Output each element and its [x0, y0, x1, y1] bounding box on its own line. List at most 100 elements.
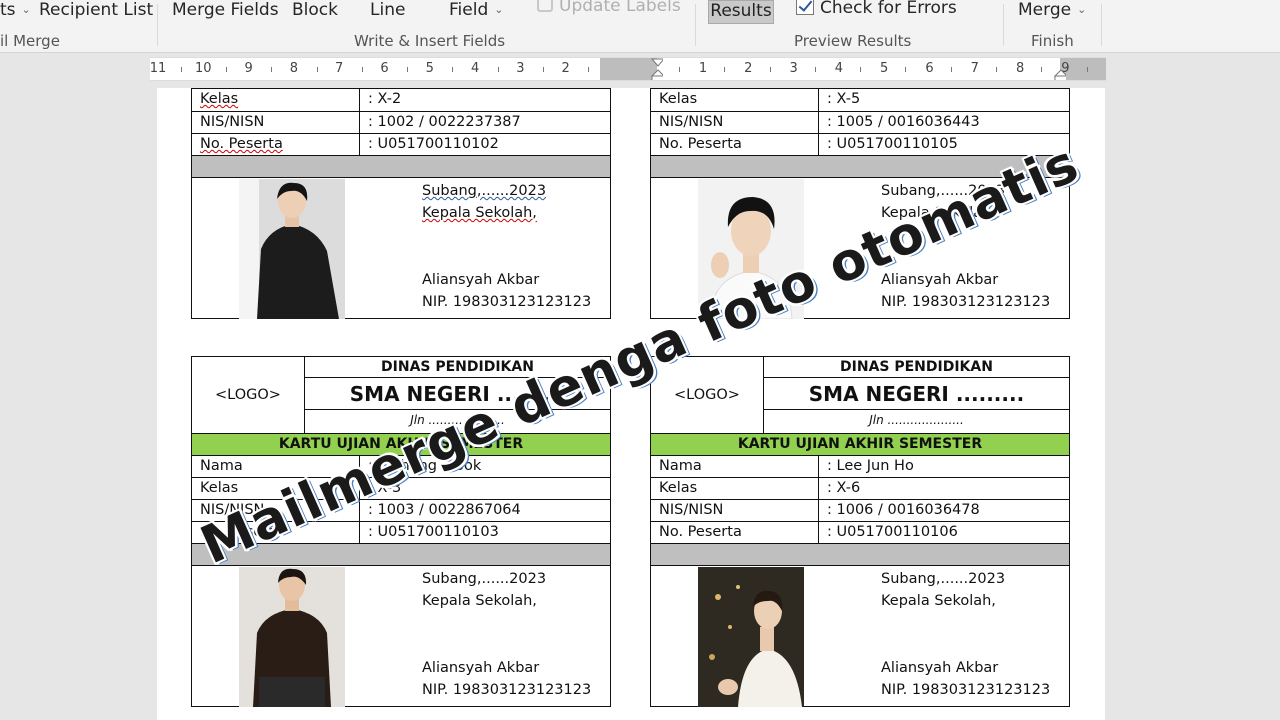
- signature-place-date: Subang,......2023: [422, 571, 547, 587]
- table-row: No. Peserta : U051700110103: [192, 521, 610, 543]
- ruler-number: 2: [561, 61, 570, 76]
- ruler-tick: [271, 67, 273, 72]
- ribbon: ts ⌄ Recipient List il Merge Merge Fields…: [0, 0, 1280, 53]
- ruler-number: 7: [335, 61, 344, 76]
- signature-nip: NIP. 198303123123123: [422, 682, 592, 698]
- kelas-label: Kelas: [651, 89, 819, 111]
- address-block-button[interactable]: Block: [292, 0, 338, 20]
- separator-band: [192, 155, 610, 177]
- ruler-number: 8: [289, 61, 299, 76]
- update-labels-button[interactable]: Update Labels: [537, 0, 681, 16]
- school-address: Jln ....................: [869, 413, 964, 427]
- logo-placeholder: <LOGO>: [651, 357, 764, 433]
- ruler-tick: [996, 67, 998, 72]
- kelas-value: : X-6: [827, 480, 861, 496]
- ruler-tick: [180, 67, 182, 72]
- nis-value: : 1006 / 0016036478: [827, 502, 980, 518]
- signature-nip: NIP. 198303123123123: [881, 682, 1051, 698]
- ruler-tick: [905, 67, 907, 72]
- first-line-indent-marker[interactable]: [651, 58, 663, 80]
- ruler-number: 3: [789, 61, 798, 76]
- nis-label: NIS/NISN: [651, 112, 819, 133]
- signature-place-date: Subang,......2023: [881, 571, 1006, 587]
- student-photo: [698, 567, 804, 707]
- select-recipients-button[interactable]: Recipient List: [39, 0, 153, 20]
- separator-band: [651, 155, 1069, 177]
- signature-name: Aliansyah Akbar: [422, 660, 540, 676]
- kelas-label: Kelas: [200, 91, 239, 107]
- logo-placeholder: <LOGO>: [192, 357, 305, 433]
- finish-merge-button[interactable]: Merge ⌄: [1018, 0, 1086, 20]
- nama-label: Nama: [651, 456, 819, 477]
- school-address: Jln ....................: [410, 413, 505, 427]
- ruler-tick: [361, 67, 363, 72]
- nama-label: Nama: [192, 456, 360, 477]
- start-mail-merge-button[interactable]: ts ⌄: [0, 0, 31, 20]
- table-row: No. Peserta : U051700110102: [192, 133, 610, 155]
- signature-role: Kepala Sekolah,: [422, 593, 537, 609]
- right-indent-marker[interactable]: [1054, 58, 1066, 80]
- finish-merge-label: Merge: [1018, 0, 1072, 20]
- nama-value: : Ji Chang Wook: [368, 458, 482, 474]
- ruler-number: 7: [970, 61, 979, 76]
- peserta-label: No. Peserta: [651, 134, 819, 155]
- ruler-tick: [950, 67, 952, 72]
- ruler-number: 1: [698, 61, 708, 76]
- table-row: No. Peserta : U051700110106: [651, 521, 1069, 543]
- check-for-errors-button[interactable]: Check for Errors: [796, 0, 957, 18]
- ruler-tick: [1086, 67, 1088, 72]
- peserta-value: : U051700110106: [827, 524, 958, 540]
- school-name: SMA NEGERI .........: [305, 378, 610, 410]
- ruler-tick: [497, 67, 499, 72]
- horizontal-ruler[interactable]: 11 10 9 8 7 6 5 4 3 2 1 2 3 4 5 6 7 8 9: [150, 57, 1106, 81]
- table-row: Kelas : X-2: [192, 89, 610, 111]
- signature-block: Subang,......2023 Kepala Sekolah, Alians…: [422, 568, 591, 701]
- peserta-label: No. Peserta: [192, 522, 360, 543]
- insert-merge-field-label: Field: [449, 0, 489, 20]
- group-separator: [1101, 4, 1102, 46]
- chevron-down-icon: ⌄: [494, 3, 504, 16]
- signature-role: Kepala Sekolah,: [881, 205, 996, 221]
- exam-card: <LOGO> DINAS PENDIDIKAN SMA NEGERI .....…: [650, 356, 1070, 707]
- check-errors-label: Check for Errors: [820, 0, 957, 18]
- peserta-label: No. Peserta: [200, 136, 283, 152]
- nis-value: : 1005 / 0016036443: [827, 114, 980, 130]
- kelas-value: : X-3: [368, 480, 402, 496]
- ruler-number: 3: [516, 61, 525, 76]
- separator-band: [651, 543, 1069, 565]
- card-header: <LOGO> DINAS PENDIDIKAN SMA NEGERI .....…: [651, 357, 1069, 433]
- preview-results-button[interactable]: Results: [708, 0, 774, 24]
- highlight-merge-fields-button[interactable]: Merge Fields: [172, 0, 279, 20]
- ruler-number: 4: [470, 61, 480, 76]
- exam-card: <LOGO> DINAS PENDIDIKAN SMA NEGERI .....…: [191, 356, 611, 707]
- student-photo: [698, 179, 804, 319]
- ruler-number: 6: [925, 61, 934, 76]
- ruler-number: 11: [149, 61, 167, 76]
- update-labels-label: Update Labels: [559, 0, 681, 16]
- group-label-finish: Finish: [1031, 32, 1074, 50]
- peserta-label: No. Peserta: [651, 522, 819, 543]
- table-row: Nama : Lee Jun Ho: [651, 455, 1069, 477]
- signature-name: Aliansyah Akbar: [881, 660, 999, 676]
- card-title: KARTU UJIAN AKHIR SEMESTER: [192, 433, 610, 455]
- ruler-tick: [452, 67, 454, 72]
- nis-label: NIS/NISN: [651, 500, 819, 521]
- ruler-number: 4: [834, 61, 844, 76]
- signature-block: Subang,......2023 Kepala Sekolah, Alians…: [881, 180, 1050, 313]
- document-page[interactable]: Kelas : X-2 NIS/NISN : 1002 / 0022237387…: [157, 88, 1105, 720]
- signature-place-date: Subang,......2023: [881, 183, 1006, 199]
- exam-card: Kelas : X-5 NIS/NISN : 1005 / 0016036443…: [650, 88, 1070, 319]
- group-separator: [157, 4, 158, 46]
- group-separator: [695, 4, 696, 46]
- signature-role: Kepala Sekolah,: [881, 593, 996, 609]
- chevron-down-icon: ⌄: [21, 3, 31, 16]
- signature-block: Subang,......2023 Kepala Sekolah, Alians…: [422, 180, 591, 313]
- ruler-number: 2: [744, 61, 753, 76]
- nis-label: NIS/NISN: [192, 112, 360, 133]
- peserta-value: : U051700110105: [827, 136, 958, 152]
- table-row: NIS/NISN : 1003 / 0022867064: [192, 499, 610, 521]
- greeting-line-button[interactable]: Line: [370, 0, 405, 20]
- table-row: Kelas : X-5: [651, 89, 1069, 111]
- ruler-number: 8: [1015, 61, 1025, 76]
- insert-merge-field-button[interactable]: Field ⌄: [449, 0, 503, 20]
